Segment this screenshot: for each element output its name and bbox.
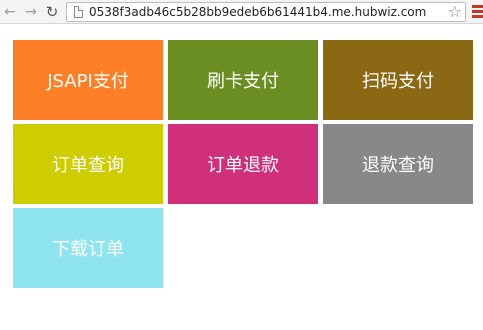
forward-button[interactable]: →	[23, 3, 39, 21]
tile-refund-query[interactable]: 退款查询	[323, 124, 473, 204]
arrow-right-icon: →	[25, 4, 37, 20]
hamburger-menu-icon[interactable]	[472, 5, 483, 19]
arrow-left-icon: ←	[4, 4, 16, 20]
browser-toolbar: ← → ↻ 0538f3adb46c5b28bb9edeb6b61441b4.m…	[0, 0, 483, 24]
tile-card-pay[interactable]: 刷卡支付	[168, 40, 318, 120]
back-button[interactable]: ←	[2, 3, 18, 21]
page-icon	[74, 6, 83, 18]
star-icon[interactable]: ☆	[448, 3, 462, 21]
url-text[interactable]: 0538f3adb46c5b28bb9edeb6b61441b4.me.hubw…	[89, 4, 426, 20]
reload-icon: ↻	[45, 3, 59, 21]
tile-order-query[interactable]: 订单查询	[13, 124, 163, 204]
tile-order-refund[interactable]: 订单退款	[168, 124, 318, 204]
reload-button[interactable]: ↻	[44, 3, 60, 21]
tile-jsapi-pay[interactable]: JSAPI支付	[13, 40, 163, 120]
tile-scan-pay[interactable]: 扫码支付	[323, 40, 473, 120]
address-bar[interactable]: 0538f3adb46c5b28bb9edeb6b61441b4.me.hubw…	[66, 2, 466, 22]
tile-download-order[interactable]: 下载订单	[13, 208, 163, 288]
